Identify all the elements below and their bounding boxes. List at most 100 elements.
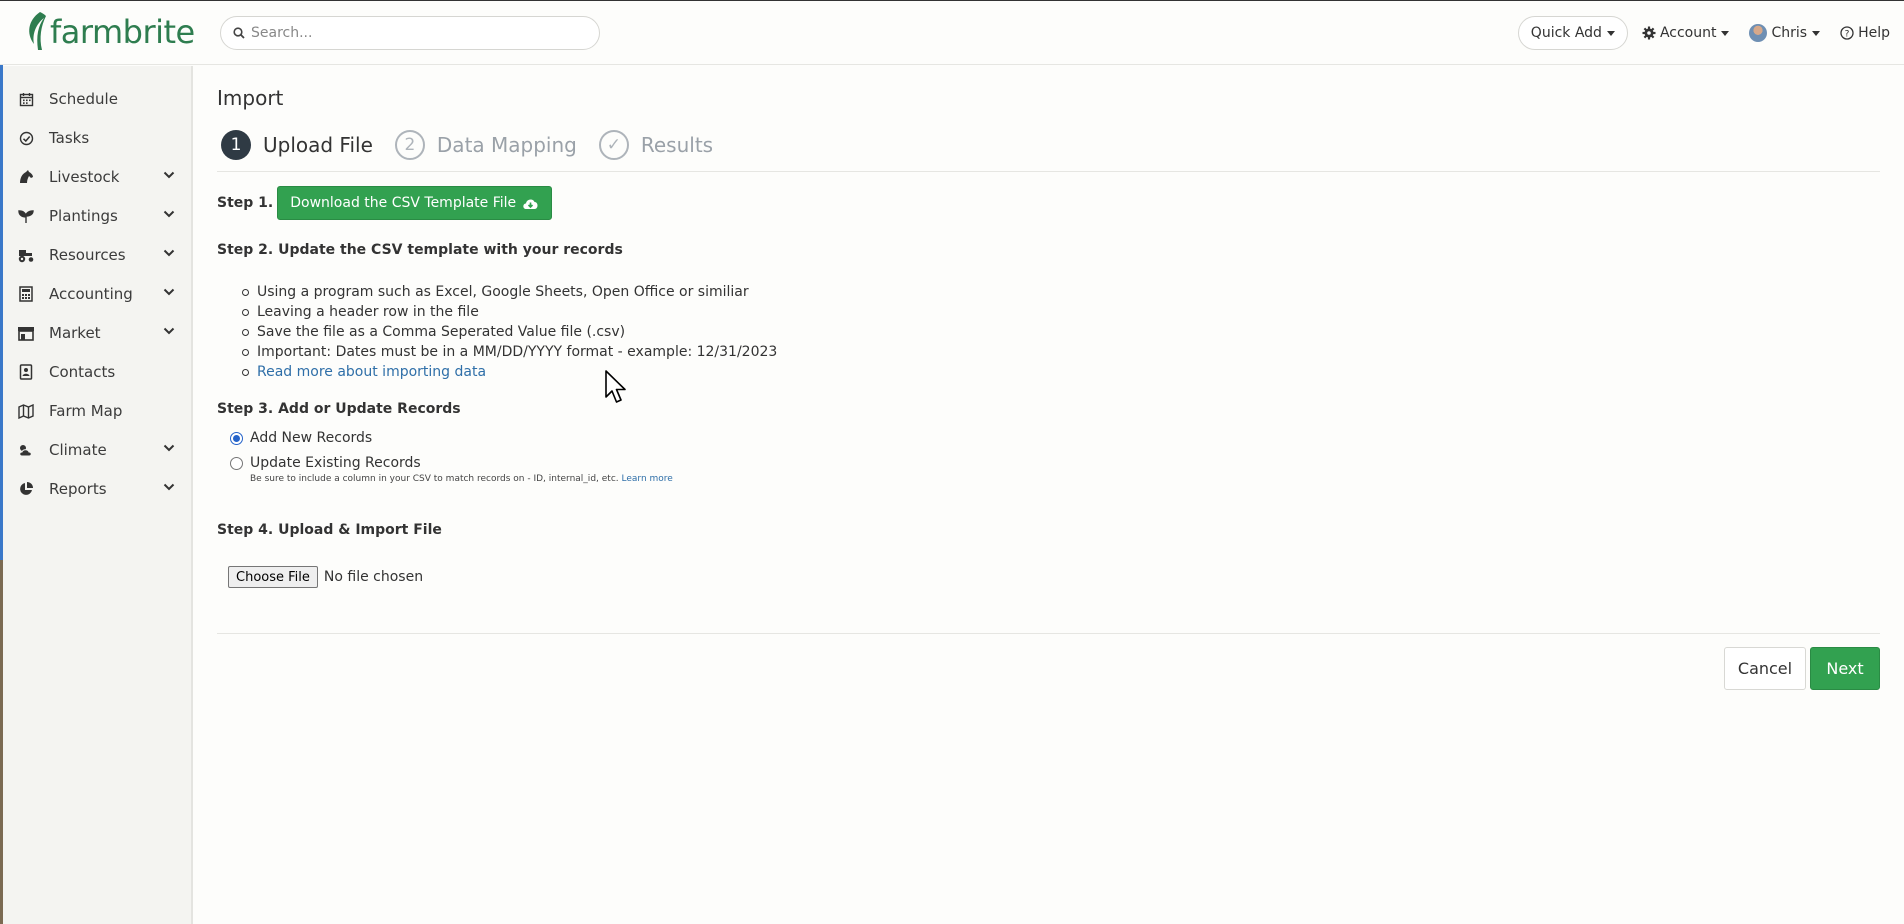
sidebar-item-plantings[interactable]: Plantings — [3, 200, 191, 232]
sidebar-item-market[interactable]: Market — [3, 317, 191, 349]
cancel-button[interactable]: Cancel — [1724, 647, 1806, 690]
quick-add-dropdown[interactable]: Quick Add — [1517, 16, 1628, 50]
sidebar-item-tasks[interactable]: Tasks — [3, 122, 191, 154]
step-label: Data Mapping — [436, 133, 577, 157]
wizard-step-results: ✓ Results — [598, 130, 713, 160]
divider — [217, 633, 1880, 634]
radio-label: Update Existing Records — [250, 455, 421, 471]
read-more-link[interactable]: Read more about importing data — [241, 362, 777, 382]
top-nav-right: Quick Add Account Chris ? Help — [1517, 16, 1904, 50]
sidebar-item-resources[interactable]: Resources — [3, 239, 191, 271]
step1-label: Step 1. — [217, 195, 274, 211]
sidebar-item-label: Livestock — [49, 168, 120, 186]
account-dropdown[interactable]: Account — [1642, 25, 1730, 41]
sidebar: Schedule Tasks Livestock Plantings Resou… — [3, 66, 193, 924]
brand-name: farmbrite — [50, 13, 195, 51]
sidebar-item-farm-map[interactable]: Farm Map — [3, 395, 191, 427]
store-icon — [18, 326, 34, 341]
help-text: Be sure to include a column in your CSV … — [250, 474, 619, 484]
download-template-label: Download the CSV Template File — [290, 195, 517, 211]
help-link[interactable]: ? Help — [1840, 25, 1890, 41]
page-title: Import — [217, 86, 284, 110]
cloud-sun-icon — [19, 444, 32, 456]
address-book-icon — [19, 364, 33, 380]
caret-down-icon — [1812, 30, 1821, 36]
farmbrite-logo[interactable]: farmbrite — [24, 10, 195, 54]
calculator-icon — [19, 286, 33, 302]
sidebar-item-label: Tasks — [49, 129, 90, 147]
cloud-download-icon — [523, 198, 538, 209]
learn-more-link[interactable]: Learn more — [622, 474, 673, 484]
radio-label: Add New Records — [250, 430, 373, 446]
update-help-text: Be sure to include a column in your CSV … — [250, 474, 673, 484]
help-label: Help — [1858, 25, 1890, 41]
avatar — [1749, 24, 1768, 42]
user-name: Chris — [1771, 25, 1808, 41]
sidebar-item-label: Schedule — [49, 90, 118, 108]
sidebar-item-label: Resources — [49, 246, 126, 264]
update-existing-records-radio[interactable] — [230, 456, 243, 470]
sidebar-item-label: Reports — [49, 480, 107, 498]
sidebar-item-contacts[interactable]: Contacts — [3, 356, 191, 388]
add-new-records-option[interactable]: Add New Records — [230, 430, 372, 446]
sidebar-item-label: Market — [49, 324, 101, 342]
caret-down-icon — [1721, 30, 1730, 36]
instructions-list: Using a program such as Excel, Google Sh… — [241, 282, 777, 382]
sidebar-item-reports[interactable]: Reports — [3, 473, 191, 505]
search-input[interactable] — [251, 25, 581, 41]
chevron-down-icon — [163, 249, 175, 257]
step3-label: Step 3. Add or Update Records — [217, 401, 461, 417]
chevron-down-icon — [163, 171, 175, 179]
next-button[interactable]: Next — [1810, 647, 1880, 690]
map-icon — [18, 403, 34, 419]
list-item: Using a program such as Excel, Google Sh… — [241, 282, 777, 302]
file-input[interactable]: Choose File No file chosen — [228, 566, 423, 588]
step-number: 1 — [221, 130, 251, 160]
tractor-icon — [18, 250, 34, 263]
gear-icon — [1642, 26, 1656, 40]
sidebar-item-accounting[interactable]: Accounting — [3, 278, 191, 310]
caret-down-icon — [1606, 30, 1615, 36]
sidebar-item-livestock[interactable]: Livestock — [3, 161, 191, 193]
step4-label: Step 4. Upload & Import File — [217, 522, 442, 538]
top-navbar: farmbrite Quick Add A — [0, 0, 1904, 65]
update-existing-records-option[interactable]: Update Existing Records — [230, 455, 421, 471]
sidebar-item-label: Accounting — [49, 285, 133, 303]
chevron-down-icon — [163, 327, 175, 335]
divider — [217, 171, 1880, 172]
search-icon — [233, 27, 245, 39]
horse-icon — [20, 170, 33, 183]
check-circle-icon — [19, 131, 33, 145]
add-new-records-radio[interactable] — [230, 431, 243, 445]
sidebar-item-label: Farm Map — [49, 402, 123, 420]
wizard-step-upload: 1 Upload File — [221, 130, 373, 160]
sidebar-item-label: Plantings — [49, 207, 118, 225]
chevron-down-icon — [163, 210, 175, 218]
chevron-down-icon — [163, 483, 175, 491]
step-number: 2 — [394, 130, 425, 160]
wizard-step-mapping: 2 Data Mapping — [394, 130, 577, 160]
step-label: Upload File — [263, 133, 373, 157]
sidebar-item-label: Contacts — [49, 363, 116, 381]
user-dropdown[interactable]: Chris — [1749, 24, 1821, 42]
choose-file-button[interactable]: Choose File — [228, 566, 318, 588]
wizard-steps: 1 Upload File 2 Data Mapping ✓ Results — [221, 130, 735, 160]
search-box[interactable] — [220, 16, 600, 50]
list-item: Save the file as a Comma Seperated Value… — [241, 322, 777, 342]
mouse-cursor-icon — [605, 370, 626, 403]
leaf-logo-icon — [29, 12, 46, 50]
seedling-icon — [18, 210, 34, 223]
svg-text:?: ? — [1845, 30, 1850, 40]
account-label: Account — [1659, 25, 1717, 41]
calendar-icon — [19, 92, 33, 106]
main-content: Import 1 Upload File 2 Data Mapping ✓ Re… — [217, 66, 1880, 924]
download-template-button[interactable]: Download the CSV Template File — [277, 186, 553, 220]
pie-chart-icon — [20, 482, 33, 495]
quick-add-label: Quick Add — [1530, 25, 1602, 41]
sidebar-item-schedule[interactable]: Schedule — [3, 83, 191, 115]
file-status: No file chosen — [323, 569, 424, 585]
sidebar-item-climate[interactable]: Climate — [3, 434, 191, 466]
checkmark-icon: ✓ — [598, 130, 629, 160]
chevron-down-icon — [163, 288, 175, 296]
step2-label: Step 2. Update the CSV template with you… — [217, 242, 623, 258]
